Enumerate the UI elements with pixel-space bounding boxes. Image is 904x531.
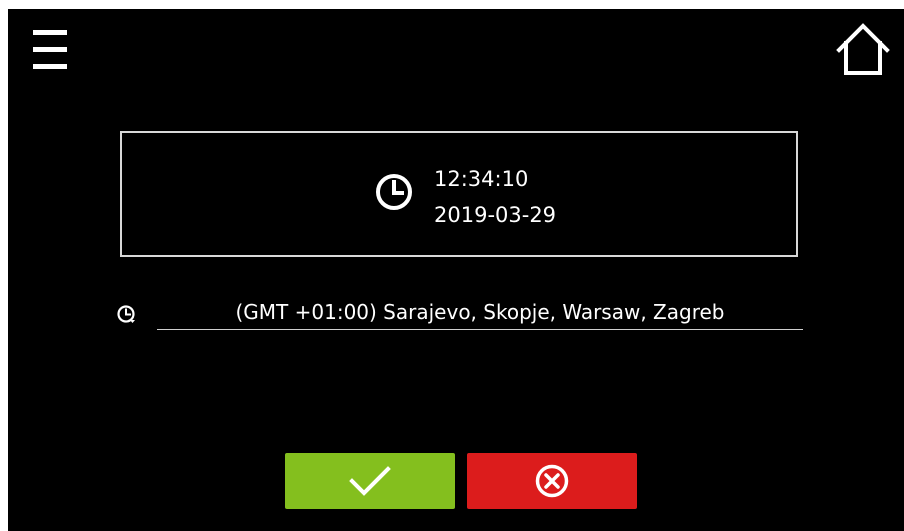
current-date: 2019-03-29 [434,203,557,227]
clock-icon [376,174,412,210]
home-icon [836,23,890,75]
current-time: 12:34:10 [434,167,529,191]
timezone-select[interactable]: (GMT +01:00) Sarajevo, Skopje, Warsaw, Z… [157,295,803,330]
device-screen: 12:34:10 2019-03-29 (GMT +01:00) Sarajev… [8,9,904,531]
menu-button[interactable] [30,27,72,73]
cancel-button[interactable] [467,453,637,509]
datetime-display[interactable]: 12:34:10 2019-03-29 [120,131,798,257]
timezone-clock-icon [117,305,135,323]
confirm-button[interactable] [285,453,455,509]
checkmark-icon [349,466,391,496]
home-button[interactable] [834,21,892,79]
cancel-circle-x-icon [535,464,569,498]
